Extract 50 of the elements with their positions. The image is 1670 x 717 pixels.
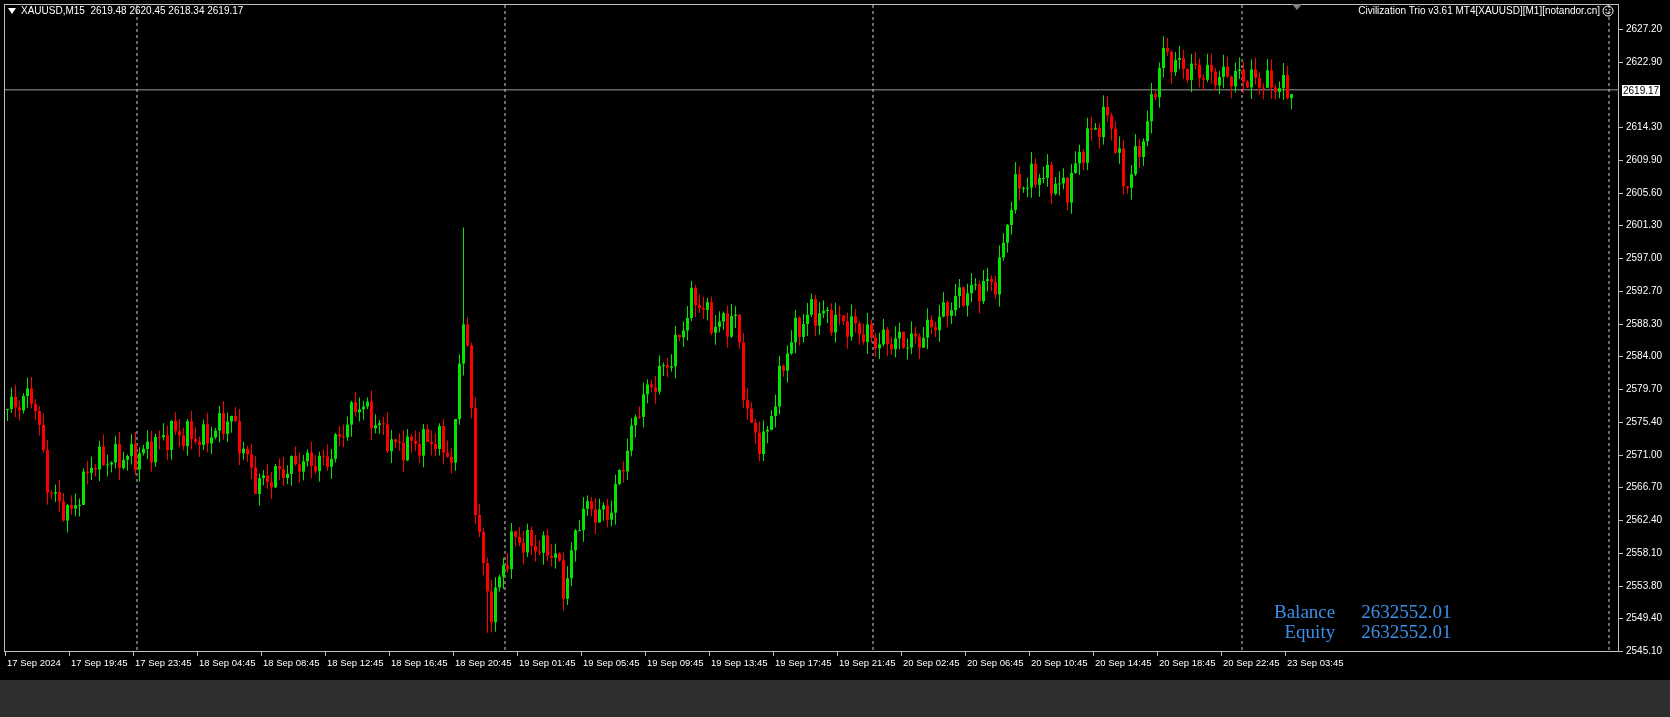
time-axis-label: 19 Sep 05:45 xyxy=(583,658,640,668)
price-axis-label: 2597.00 xyxy=(1626,253,1663,264)
price-axis-label: 2614.30 xyxy=(1626,122,1663,133)
indicator-label: Civilization Trio v3.61 MT4[XAUUSD][M1][notandor.cn] xyxy=(1358,6,1600,16)
price-axis-label: 2549.40 xyxy=(1626,613,1663,624)
price-axis-label: 2562.40 xyxy=(1626,515,1663,526)
price-axis-label: 2545.10 xyxy=(1626,646,1663,657)
price-axis-label: 2575.40 xyxy=(1626,416,1663,427)
price-axis-label: 2558.10 xyxy=(1626,547,1663,558)
price-axis-label: 2609.90 xyxy=(1626,154,1663,165)
time-axis-label: 19 Sep 21:45 xyxy=(839,658,896,668)
time-axis-label: 18 Sep 12:45 xyxy=(327,658,384,668)
time-axis-label: 18 Sep 04:45 xyxy=(199,658,256,668)
time-axis-label: 18 Sep 20:45 xyxy=(455,658,512,668)
account-value: 2632552.01 xyxy=(1361,602,1452,622)
price-axis-label: 2588.30 xyxy=(1626,318,1663,329)
time-axis-label: 19 Sep 13:45 xyxy=(711,658,768,668)
time-axis-label: 20 Sep 18:45 xyxy=(1159,658,1216,668)
time-axis-label: 23 Sep 03:45 xyxy=(1287,658,1344,668)
time-axis-label: 18 Sep 08:45 xyxy=(263,658,320,668)
price-axis-label: 2579.70 xyxy=(1626,384,1663,395)
time-axis-label: 19 Sep 01:45 xyxy=(519,658,576,668)
chart-shift-marker-icon[interactable] xyxy=(1292,4,1302,10)
price-axis-label: 2571.00 xyxy=(1626,449,1663,460)
smiley-icon xyxy=(1602,5,1614,17)
time-axis-label: 20 Sep 06:45 xyxy=(967,658,1024,668)
dropdown-triangle-icon[interactable] xyxy=(8,8,16,14)
time-axis-label: 19 Sep 09:45 xyxy=(647,658,704,668)
time-axis-label: 18 Sep 16:45 xyxy=(391,658,448,668)
price-axis-label: 2622.90 xyxy=(1626,56,1663,67)
account-label: Balance xyxy=(1274,602,1336,622)
account-label: Equity xyxy=(1283,622,1336,642)
price-axis-label: 2601.30 xyxy=(1626,220,1663,231)
time-axis-label: 20 Sep 10:45 xyxy=(1031,658,1088,668)
account-value: 2632552.01 xyxy=(1361,622,1452,642)
price-axis-label: 2553.80 xyxy=(1626,580,1663,591)
price-axis-label: 2592.70 xyxy=(1626,285,1663,296)
time-axis-label: 17 Sep 19:45 xyxy=(71,658,128,668)
price-axis-label: 2566.70 xyxy=(1626,482,1663,493)
current-price-label: 2619.17 xyxy=(1622,84,1661,96)
time-axis-label: 20 Sep 14:45 xyxy=(1095,658,1152,668)
symbol-quote-line: XAUUSD,M15 2619.48 2620.45 2618.34 2619.17 xyxy=(21,6,244,16)
price-axis-label: 2584.00 xyxy=(1626,351,1663,362)
price-axis-label: 2605.60 xyxy=(1626,187,1663,198)
price-axis-label: 2627.20 xyxy=(1626,24,1663,34)
time-axis-label: 19 Sep 17:45 xyxy=(775,658,832,668)
time-axis-label: 20 Sep 02:45 xyxy=(903,658,960,668)
time-axis-label: 17 Sep 23:45 xyxy=(135,658,192,668)
time-axis-label: 20 Sep 22:45 xyxy=(1223,658,1280,668)
time-axis-label: 17 Sep 2024 xyxy=(7,658,61,668)
